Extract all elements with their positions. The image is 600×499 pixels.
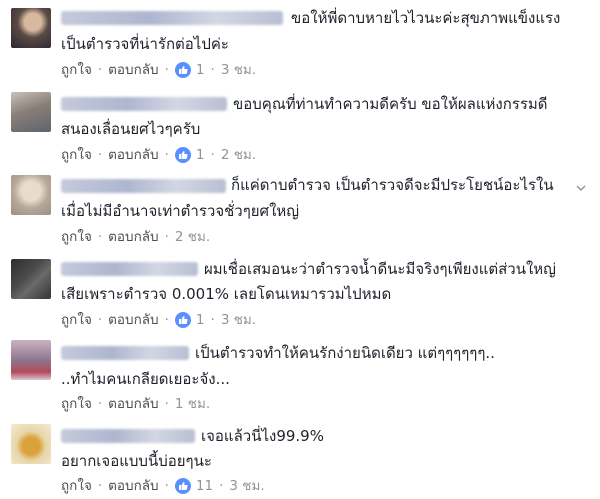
reply-link[interactable]: ตอบกลับ <box>108 395 158 413</box>
comment-actions: ถูกใจ · ตอบกลับ · 1 · 2 ชม. <box>61 146 257 164</box>
like-link[interactable]: ถูกใจ <box>61 61 92 79</box>
reply-link[interactable]: ตอบกลับ <box>108 228 158 246</box>
avatar[interactable] <box>11 424 51 464</box>
comment-text: ขอบคุณที่ท่านทำความดีครับ ขอให้ผลแห่งกรร… <box>233 95 548 113</box>
like-link[interactable]: ถูกใจ <box>61 146 92 164</box>
comment-actions: ถูกใจ · ตอบกลับ · 1 · 3 ชม. <box>61 311 257 329</box>
comment-text-cont: เป็นตำรวจที่น่ารักต่อไปค่ะ <box>61 35 229 53</box>
comment-text-cont: อยากเจอแบบนี้บ่อยๆนะ <box>61 452 212 470</box>
like-icon[interactable] <box>174 62 191 78</box>
avatar[interactable] <box>11 92 51 132</box>
like-link[interactable]: ถูกใจ <box>61 395 92 413</box>
timestamp[interactable]: 3 ชม. <box>221 311 256 329</box>
timestamp[interactable]: 2 ชม. <box>175 228 210 246</box>
like-count[interactable]: 1 <box>196 61 205 79</box>
like-link[interactable]: ถูกใจ <box>61 228 92 246</box>
chevron-down-icon[interactable] <box>574 181 588 195</box>
comment-text: ก็แค่ดาบตำรวจ เป็นตำรวจดีจะมีประโยชน์อะไ… <box>231 176 554 194</box>
timestamp[interactable]: 2 ชม. <box>221 146 256 164</box>
avatar[interactable] <box>11 259 51 299</box>
comment-text-cont: เสียเพราะตำรวจ 0.001% เลยโดนเหมารวมไปหมด <box>61 285 392 303</box>
comment-text: ผมเชื่อเสมอนะว่าตำรวจน้ำดีนะมีจริงๆเพียง… <box>204 260 556 278</box>
avatar[interactable] <box>11 175 51 215</box>
like-link[interactable]: ถูกใจ <box>61 311 92 329</box>
comment-actions: ถูกใจ · ตอบกลับ · 11 · 3 ชม. <box>61 477 265 495</box>
like-icon[interactable] <box>174 478 191 494</box>
comment-actions: ถูกใจ · ตอบกลับ · 1 ชม. <box>61 395 211 413</box>
avatar[interactable] <box>11 8 51 48</box>
comment-text-cont: เมื่อไม่มีอำนาจเท่าตำรวจชั่วๆยศใหญ่ <box>61 202 300 220</box>
reply-link[interactable]: ตอบกลับ <box>108 61 158 79</box>
comment-actions: ถูกใจ · ตอบกลับ · 1 · 3 ชม. <box>61 61 257 79</box>
reply-link[interactable]: ตอบกลับ <box>108 146 158 164</box>
comment-text-cont: ..ทำไมคนเกลียดเยอะจัง... <box>61 370 230 388</box>
avatar[interactable] <box>11 340 51 380</box>
comment-text-cont: สนองเลื่อนยศไวๆครับ <box>61 120 201 138</box>
like-link[interactable]: ถูกใจ <box>61 477 92 495</box>
reply-link[interactable]: ตอบกลับ <box>108 311 158 329</box>
like-count[interactable]: 1 <box>196 311 205 329</box>
comment-actions: ถูกใจ · ตอบกลับ · 2 ชม. <box>61 228 211 246</box>
like-count[interactable]: 11 <box>196 477 213 495</box>
like-icon[interactable] <box>174 312 191 328</box>
like-count[interactable]: 1 <box>196 146 205 164</box>
timestamp[interactable]: 1 ชม. <box>175 395 210 413</box>
reply-link[interactable]: ตอบกลับ <box>108 477 158 495</box>
comment-text: ขอให้พี่ดาบหายไวไวนะค่ะสุขภาพแข็งแรง <box>291 9 561 27</box>
like-icon[interactable] <box>174 147 191 163</box>
comment-text: เป็นตำรวจทำให้คนรักง่ายนิดเดียว แต่ๆๆๆๆๆ… <box>195 344 495 362</box>
timestamp[interactable]: 3 ชม. <box>229 477 264 495</box>
comment-text: เจอแล้วนี่ไง99.9% <box>201 427 324 445</box>
timestamp[interactable]: 3 ชม. <box>221 61 256 79</box>
